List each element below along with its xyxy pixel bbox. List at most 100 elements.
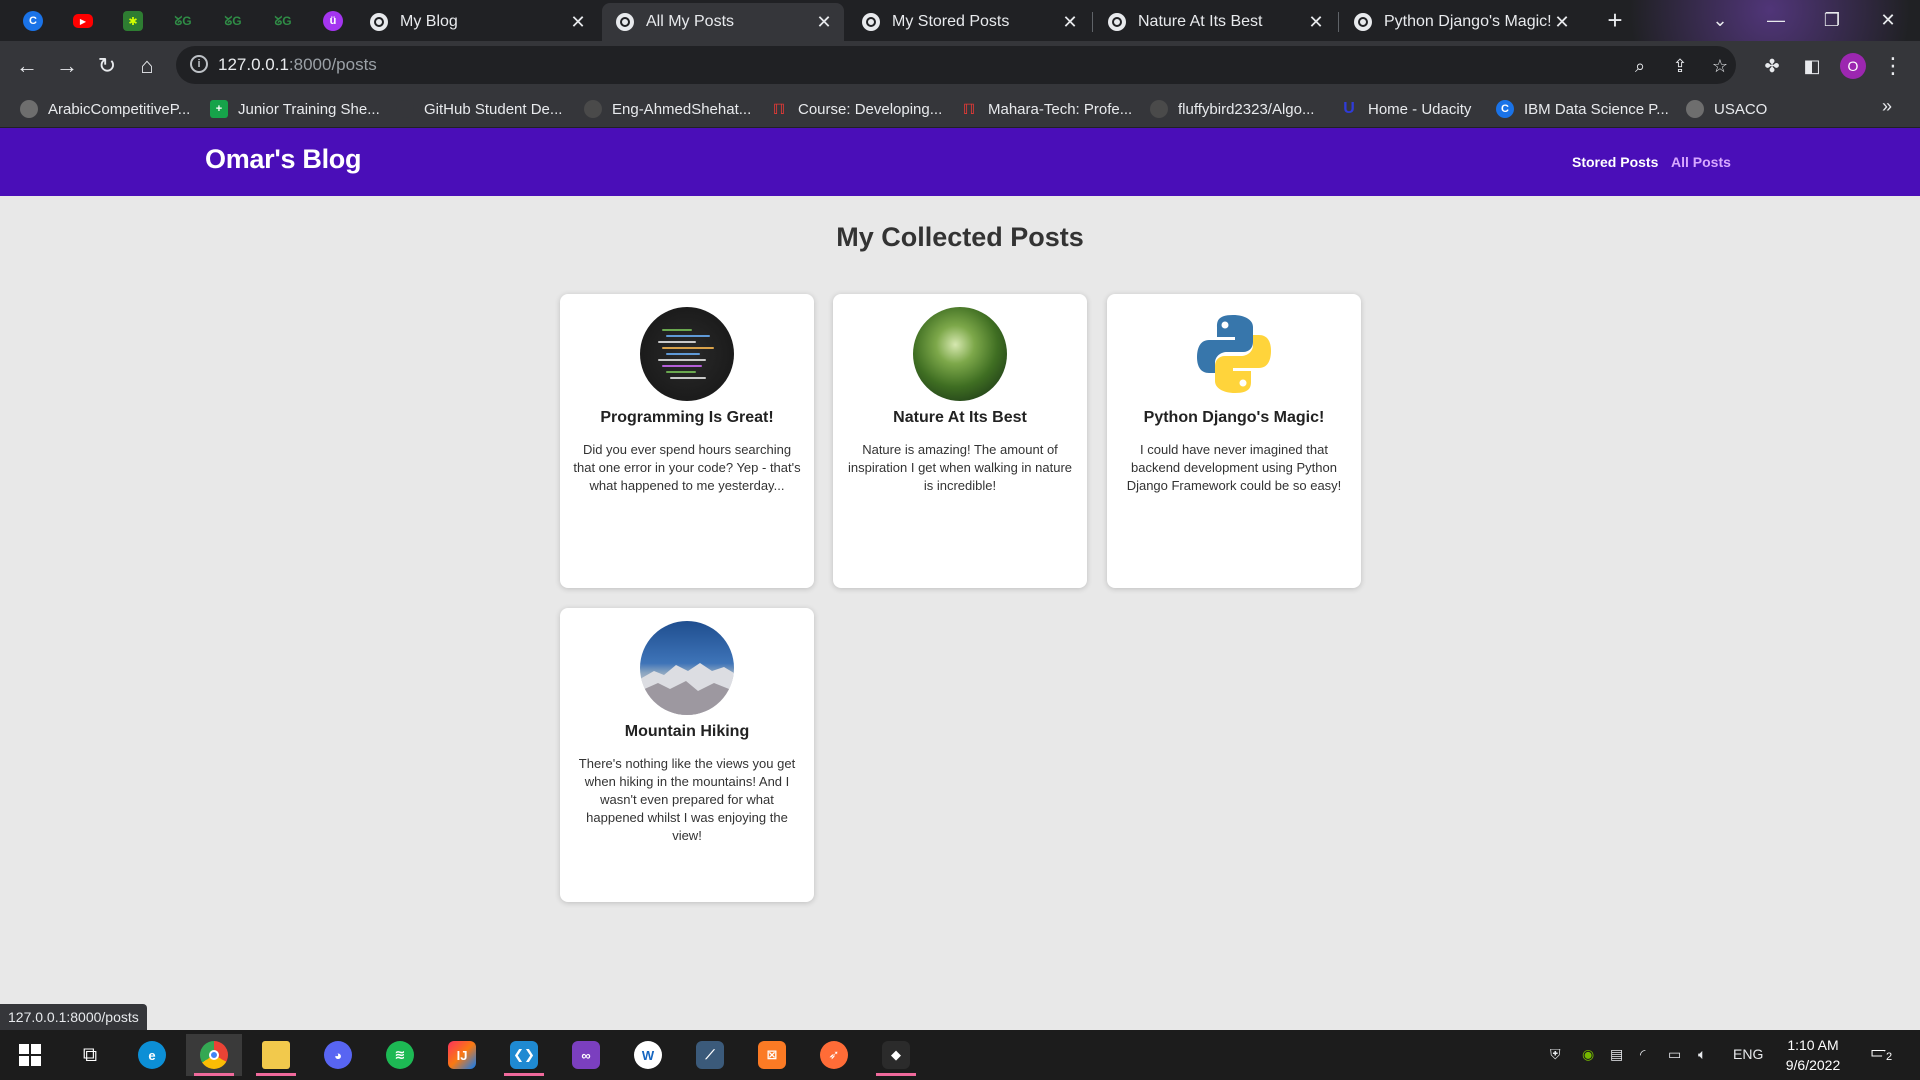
taskbar-app-chrome[interactable] (186, 1034, 242, 1076)
share-icon[interactable]: ⇪ (1669, 55, 1691, 77)
site-info-icon[interactable]: i (190, 55, 208, 73)
pinned-tab-udemy[interactable]: ü (314, 6, 352, 36)
taskbar-app-word-helper[interactable]: W (620, 1034, 676, 1076)
restore-button[interactable]: ❐ (1804, 0, 1860, 41)
new-tab-button[interactable]: + (1600, 6, 1630, 36)
tab-search-button[interactable]: ⌄ (1692, 0, 1748, 41)
close-icon[interactable]: ✕ (814, 12, 834, 33)
bookmark-label: Home - Udacity (1368, 100, 1472, 118)
geeksforgeeks-icon: ᘜG (274, 13, 292, 28)
tab-my-blog[interactable]: My Blog ✕ (356, 3, 598, 41)
bookmark-item[interactable]: + Junior Training She... (210, 98, 380, 120)
taskbar-app-vscode[interactable]: ❮❯ (496, 1034, 552, 1076)
pinned-tab-gfg-2[interactable]: ᘜG (214, 6, 252, 36)
postman-icon: ➶ (820, 1041, 848, 1069)
home-button[interactable]: ⌂ (132, 51, 162, 81)
bookmark-item[interactable]: ℿ Mahara-Tech: Profe... (960, 98, 1132, 120)
taskbar-app-intellij[interactable]: IJ (434, 1034, 490, 1076)
menu-button[interactable]: ⋮ (1878, 51, 1908, 81)
chevron-right-icon: » (1882, 96, 1893, 116)
notification-center-button[interactable]: ▭ 2 (1870, 1042, 1896, 1066)
volume-icon[interactable]: 🔈︎ (1698, 1046, 1706, 1063)
tab-my-stored-posts[interactable]: My Stored Posts ✕ (848, 3, 1090, 41)
start-button[interactable] (2, 1034, 58, 1076)
pinned-tab-c[interactable]: C (14, 6, 52, 36)
bookmark-item[interactable]: GitHub Student De... (396, 98, 562, 120)
nav-all-posts[interactable]: All Posts (1671, 154, 1731, 170)
post-card[interactable]: Nature At Its Best Nature is amazing! Th… (833, 294, 1087, 588)
bookmark-item[interactable]: C IBM Data Science P... (1496, 98, 1669, 120)
forward-button[interactable]: → (52, 51, 82, 81)
nav-stored-posts[interactable]: Stored Posts (1572, 154, 1658, 170)
close-icon[interactable]: ✕ (1306, 12, 1326, 33)
sql-server-icon: ⟋ (696, 1041, 724, 1069)
minimize-icon: — (1767, 10, 1785, 30)
tray-app-icon[interactable]: ▤ (1610, 1046, 1623, 1063)
wifi-icon[interactable]: ◜ (1640, 1046, 1645, 1063)
post-image-code (640, 307, 734, 401)
battery-icon[interactable]: ▭ (1668, 1046, 1681, 1063)
pinned-tab-puzzle[interactable]: ✱ (114, 6, 152, 36)
close-window-button[interactable]: ✕ (1860, 0, 1916, 41)
bookmark-item[interactable]: Eng-AhmedShehat... (584, 98, 751, 120)
tab-python-django[interactable]: Python Django's Magic! ✕ (1340, 3, 1582, 41)
bookmark-item[interactable]: fluffybird2323/Algo... (1150, 98, 1314, 120)
tab-all-my-posts[interactable]: All My Posts ✕ (602, 3, 844, 41)
language-indicator[interactable]: ENG (1733, 1046, 1763, 1062)
close-icon[interactable]: ✕ (1552, 12, 1572, 33)
site-title-link[interactable]: Omar's Blog (205, 144, 361, 175)
nvidia-icon[interactable]: ◉ (1582, 1046, 1594, 1063)
git-icon: ◆ (882, 1041, 910, 1069)
profile-avatar[interactable]: O (1840, 53, 1866, 79)
taskbar-app-explorer[interactable] (248, 1034, 304, 1076)
address-bar[interactable]: i 127.0.0.1:8000/posts ⌕ ⇪ ☆ (176, 46, 1736, 84)
close-icon[interactable]: ✕ (568, 12, 588, 33)
sheets-icon: + (210, 100, 228, 118)
system-clock[interactable]: 1:10 AM 9/6/2022 (1768, 1035, 1858, 1075)
taskbar-app-discord[interactable]: ◕ (310, 1034, 366, 1076)
bookmark-item[interactable]: U Home - Udacity (1340, 98, 1471, 120)
post-excerpt: Did you ever spend hours searching that … (573, 442, 801, 493)
url-text[interactable]: 127.0.0.1:8000/posts (218, 55, 377, 75)
taskbar-app-git[interactable]: ◆ (868, 1034, 924, 1076)
task-view-button[interactable]: ⧉ (62, 1034, 118, 1076)
taskbar-app-edge[interactable]: e (124, 1034, 180, 1076)
post-card[interactable]: Programming Is Great! Did you ever spend… (560, 294, 814, 588)
tab-label: My Blog (400, 13, 458, 30)
discord-icon: ◕ (324, 1041, 352, 1069)
side-panel-button[interactable]: ◧ (1797, 51, 1827, 81)
tab-label: All My Posts (646, 13, 735, 30)
back-button[interactable]: ← (12, 51, 42, 81)
taskbar-app-visual-studio[interactable]: ∞ (558, 1034, 614, 1076)
post-card[interactable]: Mountain Hiking There's nothing like the… (560, 608, 814, 902)
close-icon[interactable]: ✕ (1060, 12, 1080, 33)
reload-button[interactable]: ↻ (92, 51, 122, 81)
post-card[interactable]: Python Django's Magic! I could have neve… (1107, 294, 1361, 588)
site-header: Omar's Blog Stored Posts All Posts (0, 128, 1920, 196)
extensions-button[interactable]: ✤ (1757, 51, 1787, 81)
post-title: Programming Is Great! (600, 409, 774, 426)
bookmark-item[interactable]: USACO (1686, 98, 1767, 120)
taskbar-app-xampp[interactable]: ⊠ (744, 1034, 800, 1076)
puzzle-piece-icon: ✤ (1764, 56, 1780, 76)
bookmark-star-icon[interactable]: ☆ (1709, 55, 1731, 77)
mahara-icon: ℿ (962, 100, 976, 117)
bookmark-item[interactable]: ArabicCompetitiveP... (20, 98, 190, 120)
pinned-tab-youtube[interactable]: ▶ (64, 6, 102, 36)
zoom-icon[interactable]: ⌕ (1629, 55, 1651, 77)
tab-separator (1338, 12, 1339, 32)
pinned-tab-gfg-3[interactable]: ᘜG (264, 6, 302, 36)
more-bookmarks-button[interactable]: » (1882, 96, 1892, 117)
tab-label: Nature At Its Best (1138, 13, 1263, 30)
notification-count: 2 (1882, 1050, 1896, 1064)
bookmark-item[interactable]: ℿ Course: Developing... (770, 98, 942, 120)
defender-icon[interactable]: ⛨ (1550, 1046, 1561, 1063)
folder-icon (262, 1041, 290, 1069)
minimize-button[interactable]: — (1748, 0, 1804, 41)
tab-nature-at-its-best[interactable]: Nature At Its Best ✕ (1094, 3, 1336, 41)
forward-arrow-icon: → (56, 53, 78, 78)
pinned-tab-gfg-1[interactable]: ᘜG (164, 6, 202, 36)
taskbar-app-spotify[interactable]: ≋ (372, 1034, 428, 1076)
taskbar-app-postman[interactable]: ➶ (806, 1034, 862, 1076)
taskbar-app-sql-server[interactable]: ⟋ (682, 1034, 738, 1076)
